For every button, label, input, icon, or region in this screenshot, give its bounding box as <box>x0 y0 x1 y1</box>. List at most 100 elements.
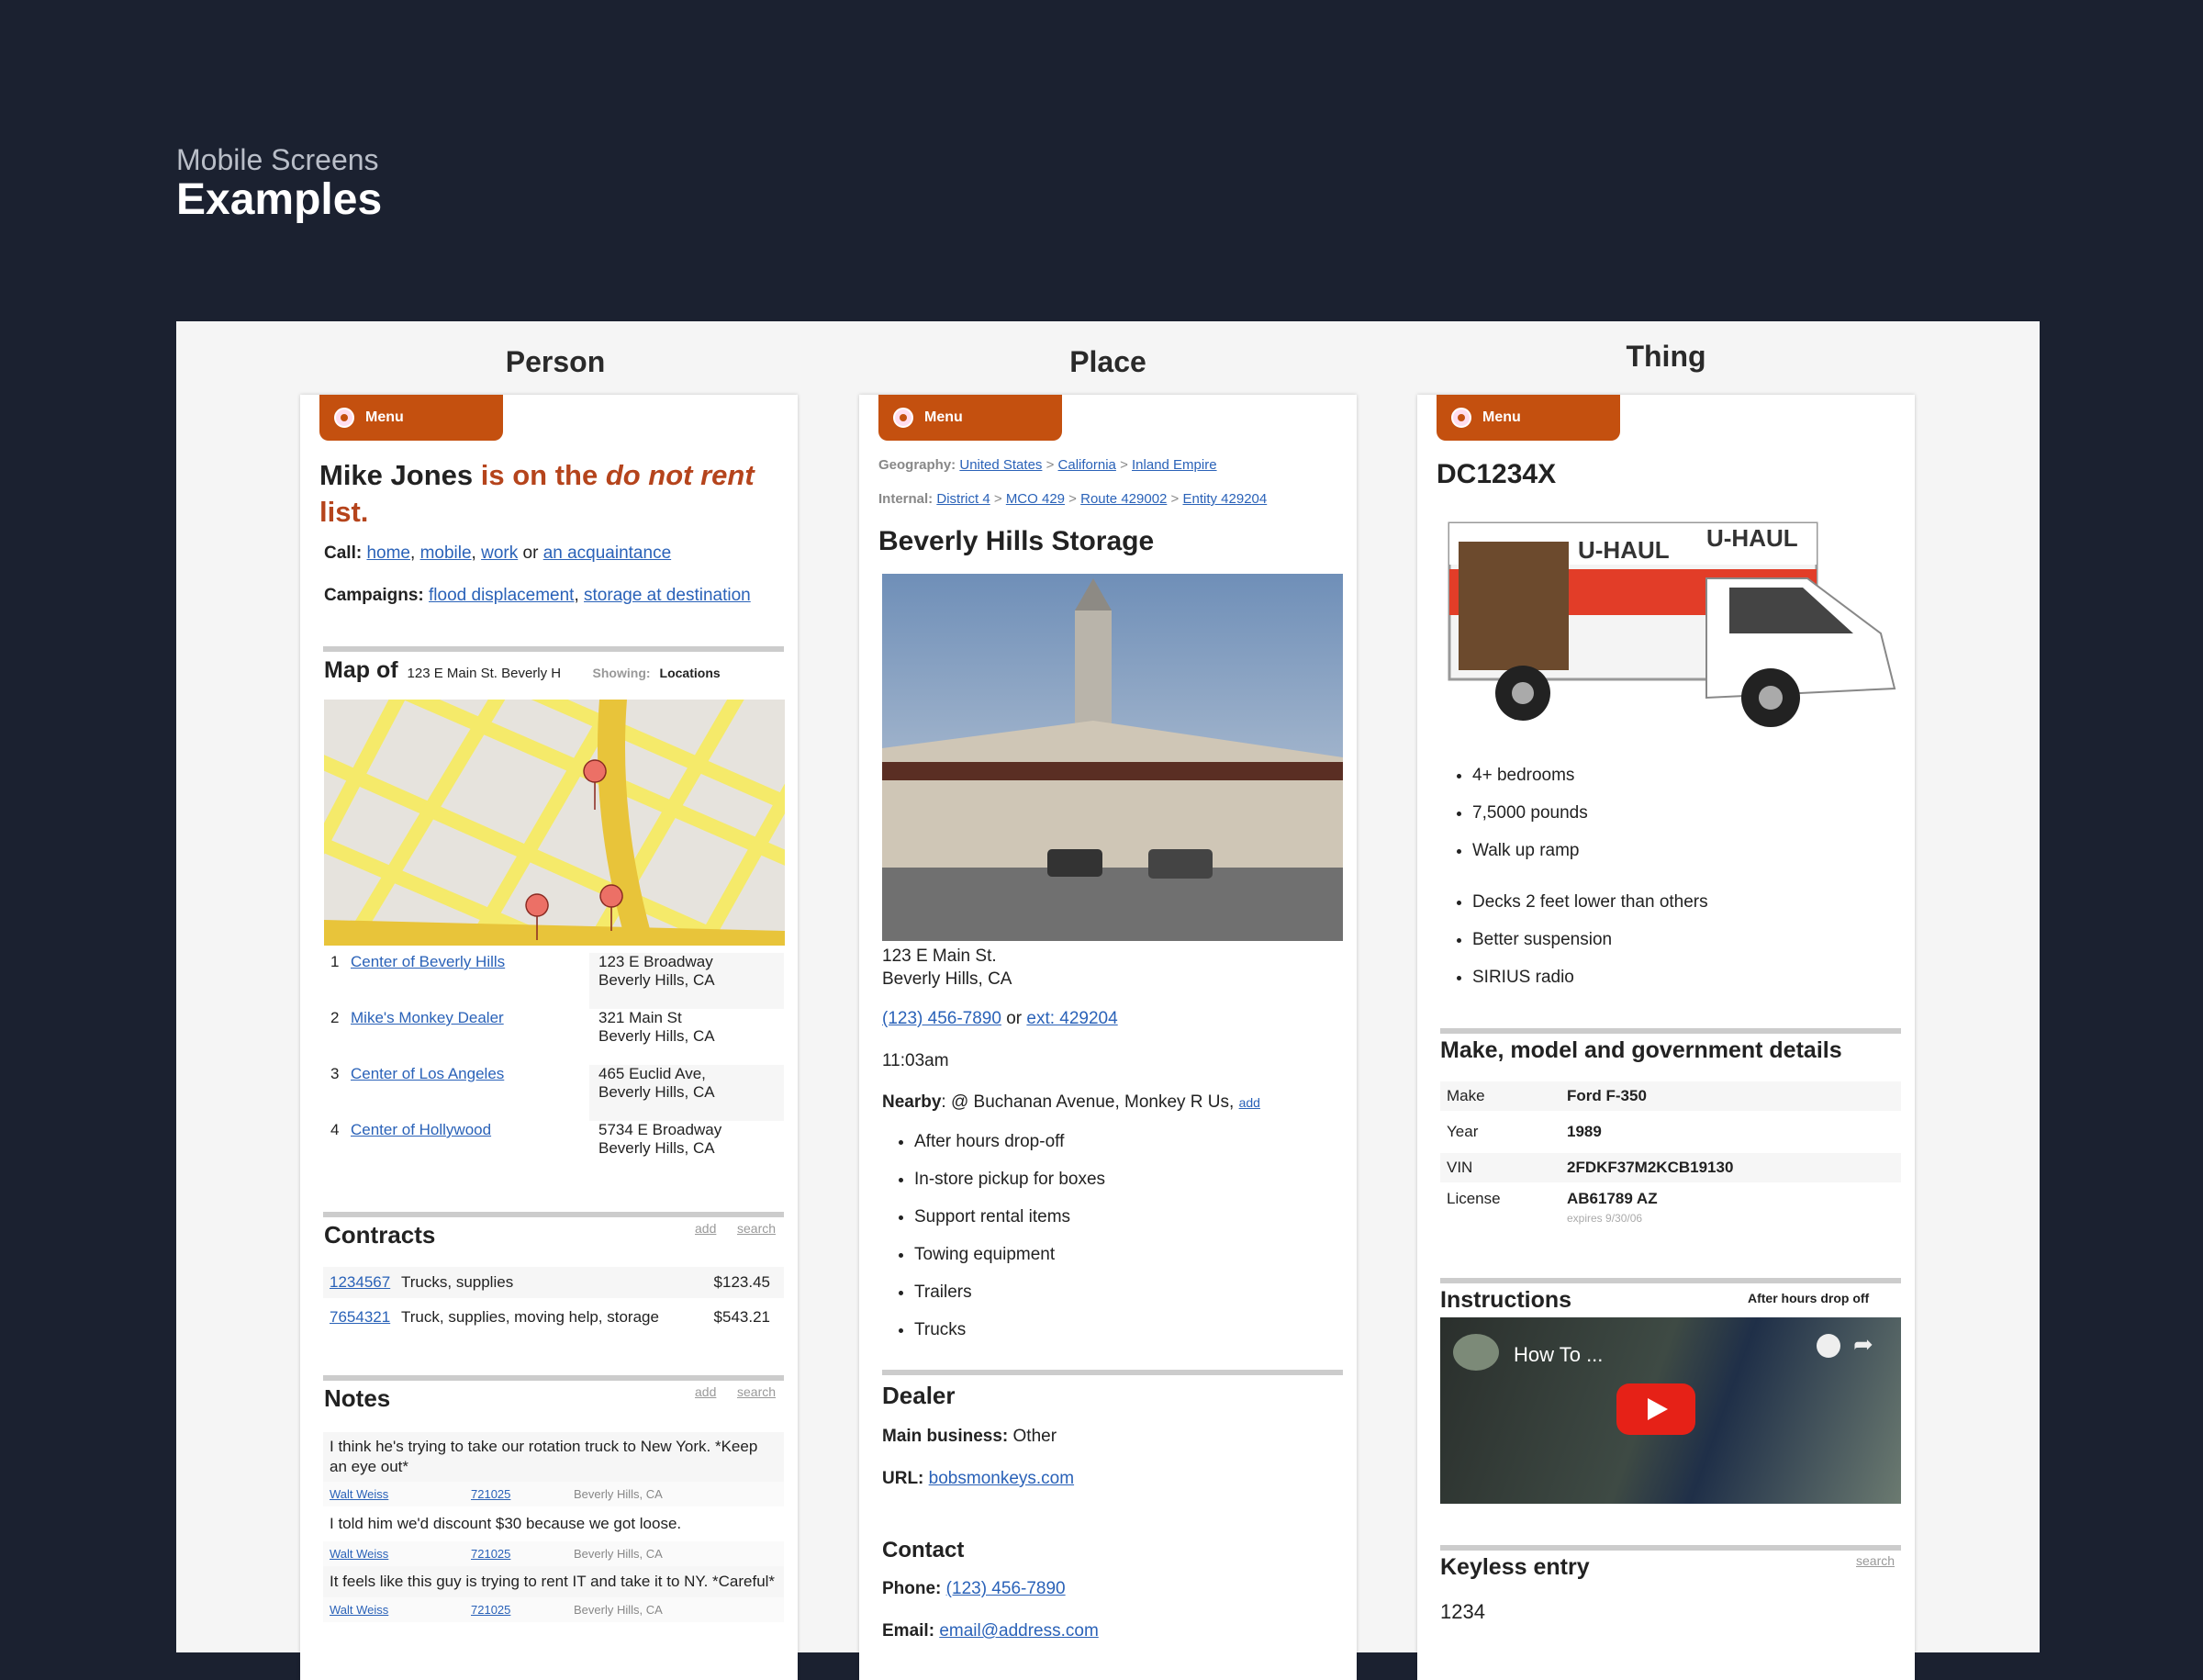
location-row: 1 Center of Beverly Hills 123 E Broadway Be… <box>323 953 784 1009</box>
keyless-search-link[interactable]: search <box>1856 1553 1895 1568</box>
url-link[interactable]: bobsmonkeys.com <box>929 1469 1074 1488</box>
note-author-link[interactable]: Walt Weiss <box>330 1603 471 1617</box>
location-link[interactable]: Mike's Monkey Dealer <box>351 1009 589 1065</box>
note-meta: Walt Weiss 721025 Beverly Hills, CA <box>323 1597 784 1622</box>
map-address-input[interactable]: 123 E Main St. Beverly H <box>408 666 564 681</box>
detail-key: License <box>1447 1190 1501 1207</box>
detail-key: VIN <box>1447 1159 1473 1176</box>
location-link[interactable]: Center of Hollywood <box>351 1121 589 1177</box>
location-link[interactable]: Center of Los Angeles <box>351 1065 589 1121</box>
breadcrumb-link[interactable]: Inland Empire <box>1132 457 1217 473</box>
separator: > <box>1065 491 1081 507</box>
eyebrow: Mobile Screens <box>176 143 379 176</box>
dealer-heading: Dealer <box>882 1382 956 1409</box>
menu-icon <box>334 408 354 428</box>
showing-select[interactable]: Locations <box>660 666 721 680</box>
detail-key: Year <box>1447 1123 1479 1140</box>
note-author-link[interactable]: Walt Weiss <box>330 1547 471 1561</box>
play-button[interactable] <box>1616 1383 1695 1435</box>
menu-button[interactable]: Menu <box>319 395 503 441</box>
note-id-link[interactable]: 721025 <box>471 1603 574 1617</box>
breadcrumb-link[interactable]: United States <box>959 457 1042 473</box>
feature-item: In-store pickup for boxes <box>914 1170 1105 1207</box>
call-work-link[interactable]: work <box>481 543 518 563</box>
campaigns-line: Campaigns: flood displacement, storage a… <box>324 586 751 605</box>
separator: > <box>1115 457 1133 473</box>
note-id-link[interactable]: 721025 <box>471 1487 574 1501</box>
nearby-add-link[interactable]: add <box>1239 1095 1260 1110</box>
divider <box>323 646 784 652</box>
truck-brand: U-HAUL <box>1578 536 1670 564</box>
person-name: Mike Jones <box>319 459 474 491</box>
location-address: 5734 E Broadway Beverly Hills, CA <box>589 1121 784 1177</box>
location-row: 2 Mike's Monkey Dealer 321 Main St Beverly … <box>323 1009 784 1065</box>
contract-row: 7654321 Truck, supplies, moving help, sto… <box>323 1302 784 1333</box>
play-icon <box>1648 1398 1668 1420</box>
campaigns-label: Campaigns: <box>324 586 424 605</box>
note-place: Beverly Hills, CA <box>574 1603 663 1617</box>
features-list-a: 4+ bedrooms7,5000 poundsWalk up ramp <box>1454 766 1588 879</box>
menu-button[interactable]: Menu <box>1437 395 1620 441</box>
breadcrumb-link[interactable]: MCO 429 <box>1006 491 1065 507</box>
feature-item: Walk up ramp <box>1472 841 1588 879</box>
instructions-video[interactable]: How To ... ➦ <box>1440 1317 1901 1504</box>
note-author-link[interactable]: Walt Weiss <box>330 1487 471 1501</box>
contracts-add-link[interactable]: add <box>695 1221 716 1236</box>
feature-item: Trucks <box>914 1320 1105 1358</box>
contracts-search-link[interactable]: search <box>737 1221 776 1236</box>
campaign-link[interactable]: storage at destination <box>584 586 751 605</box>
column-title-thing: Thing <box>1626 340 1706 373</box>
breadcrumb-link[interactable]: Entity 429204 <box>1182 491 1267 507</box>
location-address: 465 Euclid Ave, Beverly Hills, CA <box>589 1065 784 1121</box>
map-header: Map of 123 E Main St. Beverly H Showing: Lo… <box>324 657 783 684</box>
breadcrumb-link[interactable]: District 4 <box>936 491 990 507</box>
email-link[interactable]: email@address.com <box>939 1621 1098 1641</box>
extension-link[interactable]: ext: 429204 <box>1026 1009 1117 1028</box>
vehicle-id-title: DC1234X <box>1437 459 1557 489</box>
menu-button[interactable]: Menu <box>878 395 1062 441</box>
location-number: 4 <box>330 1121 340 1138</box>
showing-label: Showing: <box>592 666 651 680</box>
phone-link[interactable]: (123) 456-7890 <box>882 1009 1001 1028</box>
detail-value: AB61789 AZ <box>1567 1190 1658 1207</box>
contract-link[interactable]: 1234567 <box>323 1273 401 1292</box>
geography-breadcrumb: Geography: United States > California > … <box>878 457 1217 473</box>
nearby-label: Nearby <box>882 1092 942 1112</box>
share-icon[interactable]: ➦ <box>1853 1330 1873 1359</box>
contract-amount: $543.21 <box>713 1308 770 1326</box>
contract-link[interactable]: 7654321 <box>323 1308 401 1327</box>
truck-brand: U-HAUL <box>1706 524 1798 552</box>
place-title: Beverly Hills Storage <box>878 526 1155 556</box>
keyless-code: 1234 <box>1440 1600 1485 1623</box>
detail-row: Year 1989 <box>1440 1117 1901 1147</box>
truck-photo: U-HAUL U-HAUL <box>1448 521 1896 727</box>
menu-label: Menu <box>924 409 963 425</box>
person-screen: Menu Mike Jones is on the do not rent li… <box>300 395 798 1680</box>
notes-add-link[interactable]: add <box>695 1384 716 1399</box>
separator: > <box>990 491 1006 507</box>
call-home-link[interactable]: home <box>366 543 410 563</box>
notes-list: I think he's trying to take our rotation… <box>323 1432 784 1622</box>
person-heading: Mike Jones is on the do not rent list. <box>319 457 778 531</box>
menu-icon <box>893 408 913 428</box>
or-text: or <box>518 543 543 563</box>
call-acquaintance-link[interactable]: an acquaintance <box>543 543 671 563</box>
notes-heading: Notes <box>324 1384 391 1412</box>
breadcrumb-link[interactable]: California <box>1058 457 1116 473</box>
note-id-link[interactable]: 721025 <box>471 1547 574 1561</box>
address-line: 465 Euclid Ave, <box>598 1065 706 1082</box>
breadcrumb-link[interactable]: Route 429002 <box>1080 491 1167 507</box>
contact-phone-link[interactable]: (123) 456-7890 <box>946 1579 1066 1598</box>
map[interactable] <box>324 700 785 946</box>
watch-later-icon[interactable] <box>1817 1334 1840 1358</box>
notes-search-link[interactable]: search <box>737 1384 776 1399</box>
location-link[interactable]: Center of Beverly Hills <box>351 953 589 1009</box>
campaign-link[interactable]: flood displacement <box>429 586 574 605</box>
call-mobile-link[interactable]: mobile <box>420 543 472 563</box>
note-text: I think he's trying to take our rotation… <box>323 1432 784 1482</box>
address-line: Beverly Hills, CA <box>882 969 1012 989</box>
note-meta: Walt Weiss 721025 Beverly Hills, CA <box>323 1482 784 1506</box>
feature-item: SIRIUS radio <box>1472 968 1708 1005</box>
address-line: Beverly Hills, CA <box>598 1139 715 1157</box>
contact-heading: Contact <box>882 1538 965 1562</box>
